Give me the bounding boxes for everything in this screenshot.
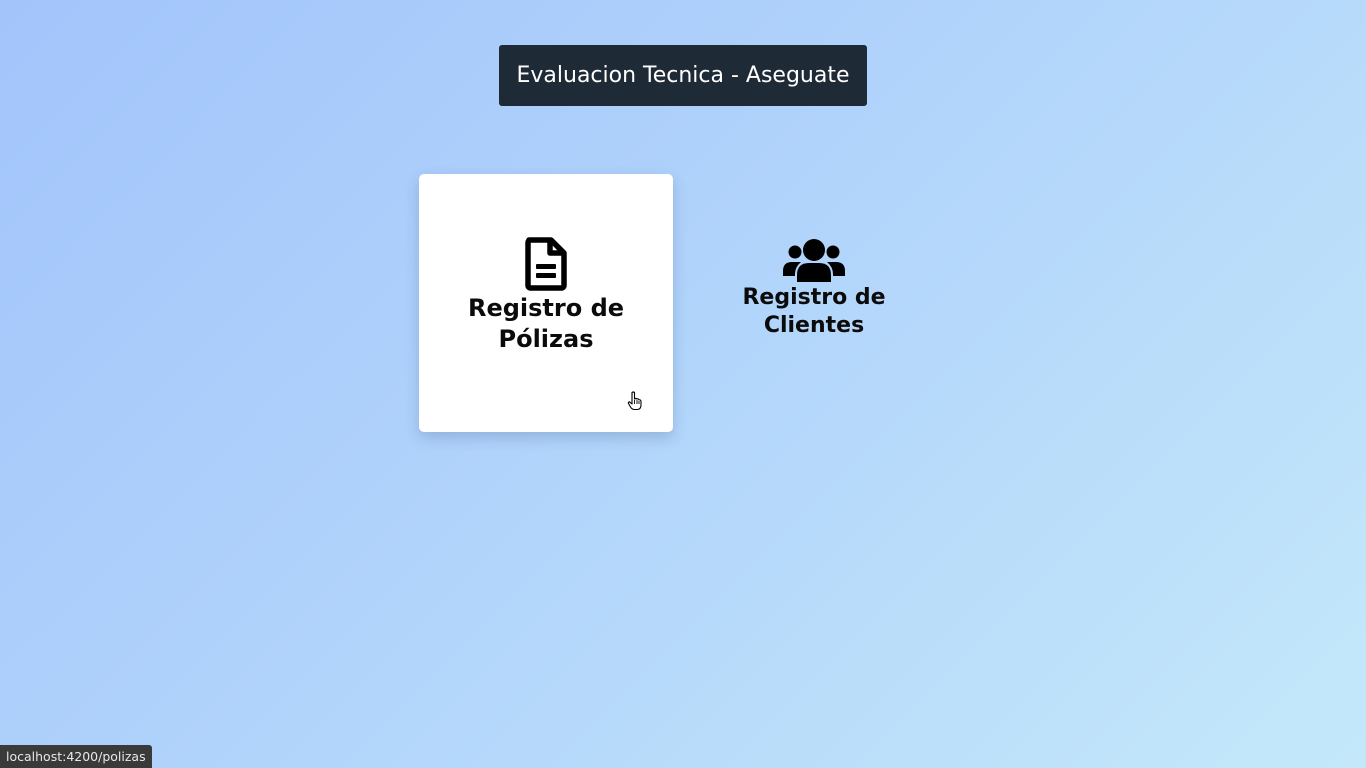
polizas-card-label: Registro de Pólizas	[467, 294, 625, 353]
page-title: Evaluacion Tecnica - Aseguate	[499, 45, 867, 106]
polizas-card[interactable]: Registro de Pólizas	[419, 174, 673, 432]
clientes-card[interactable]: Registro de Clientes	[687, 174, 941, 432]
file-lines-icon	[524, 237, 568, 291]
clientes-card-label: Registro de Clientes	[742, 285, 886, 338]
status-bar-url: localhost:4200/polizas	[0, 745, 152, 768]
users-icon	[783, 238, 845, 282]
